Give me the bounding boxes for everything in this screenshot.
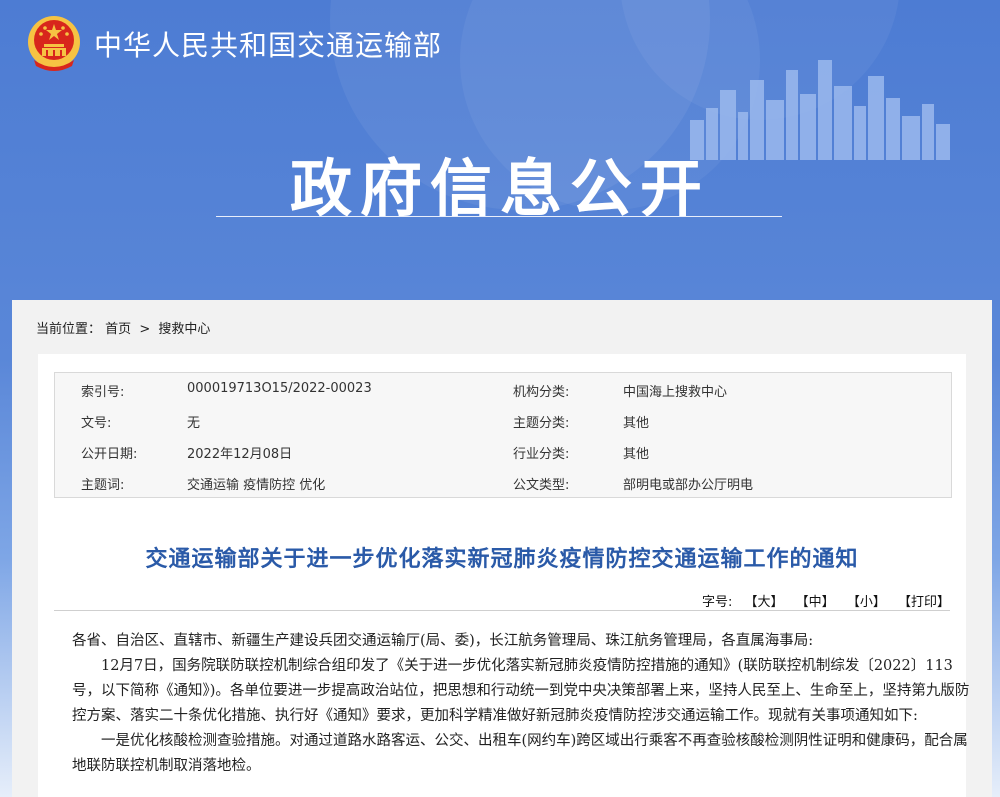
metadata-key: 索引号:: [81, 385, 125, 400]
metadata-key: 机构分类:: [513, 385, 570, 400]
font-size-toolbar: 字号: 【大】 【中】 【小】 【打印】: [702, 591, 950, 610]
article-content: 索引号: 000019713O15/2022-00023 机构分类: 中国海上搜…: [38, 354, 969, 797]
metadata-value: 部明电或部办公厅明电: [623, 478, 754, 493]
metadata-row: 主题词: 交通运输 疫情防控 优化 公文类型: 部明电或部办公厅明电: [55, 466, 951, 497]
breadcrumb-home-link[interactable]: 首页: [105, 322, 131, 337]
breadcrumb-label: 当前位置：: [36, 322, 102, 337]
metadata-value: 无: [187, 416, 201, 431]
metadata-value: 2022年12月08日: [187, 447, 293, 462]
toolbar-divider: [54, 610, 950, 611]
metadata-value: 000019713O15/2022-00023: [187, 381, 372, 396]
font-small-button[interactable]: 【小】: [847, 595, 886, 610]
metadata-key: 公文类型:: [513, 478, 570, 493]
metadata-key: 行业分类:: [513, 447, 570, 462]
metadata-row: 公开日期: 2022年12月08日 行业分类: 其他: [55, 435, 951, 466]
main-panel: 当前位置： 首页 > 搜救中心 索引号: 000019713O15/2022-0…: [12, 300, 992, 797]
font-large-button[interactable]: 【大】: [745, 595, 784, 610]
font-size-label: 字号:: [701, 595, 733, 610]
document-title: 交通运输部关于进一步优化落实新冠肺炎疫情防控交通运输工作的通知: [145, 547, 859, 572]
metadata-key: 文号:: [81, 416, 112, 431]
metadata-row: 文号: 无 主题分类: 其他: [55, 404, 951, 435]
body-paragraph: 12月7日，国务院联防联控机制综合组印发了《关于进一步优化落实新冠肺炎疫情防控措…: [72, 658, 970, 724]
breadcrumb-rescue-center-link[interactable]: 搜救中心: [158, 322, 210, 337]
print-button[interactable]: 【打印】: [898, 595, 950, 610]
breadcrumb: 当前位置： 首页 > 搜救中心: [36, 318, 210, 337]
metadata-key: 主题分类:: [513, 416, 570, 431]
document-body: 各省、自治区、直辖市、新疆生产建设兵团交通运输厅(局、委)，长江航务管理局、珠江…: [72, 629, 972, 779]
metadata-value: 交通运输 疫情防控 优化: [187, 478, 326, 493]
metadata-value: 中国海上搜救中心: [623, 385, 728, 400]
font-medium-button[interactable]: 【中】: [796, 595, 835, 610]
body-paragraph: 一是优化核酸检测查验措施。对通过道路水路客运、公交、出租车(网约车)跨区域出行乘…: [72, 733, 968, 774]
metadata-table: 索引号: 000019713O15/2022-00023 机构分类: 中国海上搜…: [54, 372, 952, 498]
metadata-key: 公开日期:: [81, 447, 138, 462]
section-title: 政府信息公开: [289, 152, 710, 225]
metadata-row: 索引号: 000019713O15/2022-00023 机构分类: 中国海上搜…: [55, 373, 951, 404]
title-underline: [216, 216, 782, 217]
body-paragraph: 各省、自治区、直辖市、新疆生产建设兵团交通运输厅(局、委)，长江航务管理局、珠江…: [72, 633, 814, 649]
metadata-value: 其他: [623, 416, 650, 431]
breadcrumb-separator: >: [139, 322, 151, 337]
national-emblem-icon: [28, 16, 80, 71]
metadata-value: 其他: [623, 447, 650, 462]
site-title[interactable]: 中华人民共和国交通运输部: [94, 24, 442, 64]
metadata-key: 主题词:: [81, 478, 125, 493]
